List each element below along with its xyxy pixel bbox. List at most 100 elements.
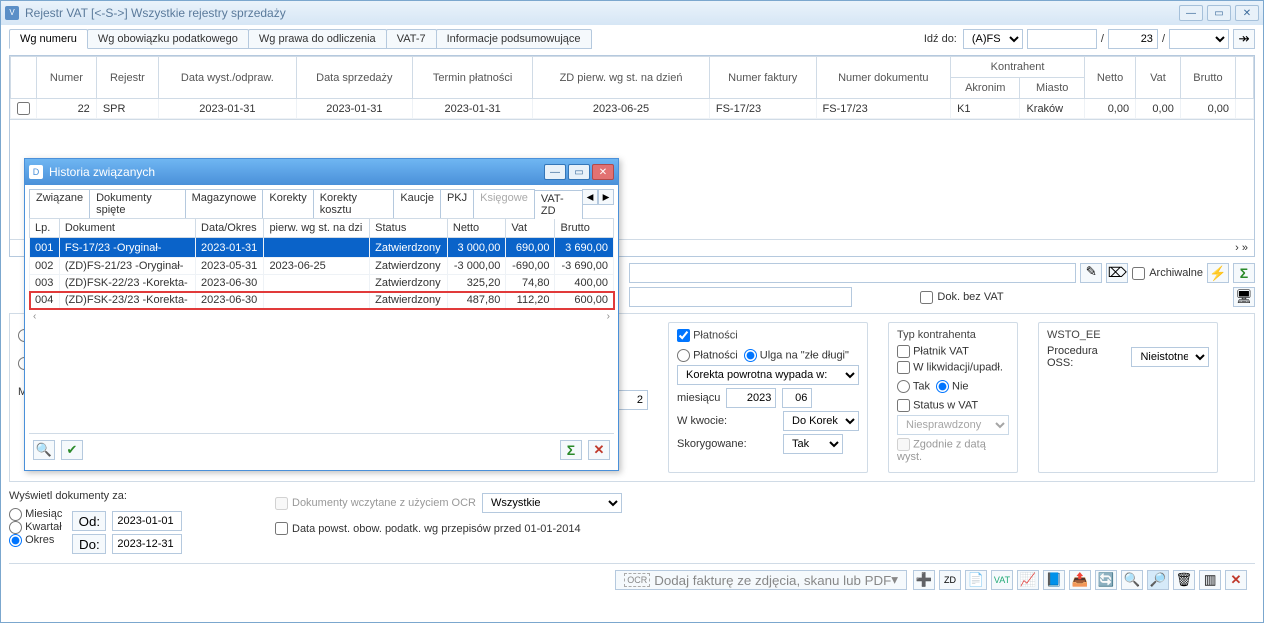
wlikwidacji-checkbox[interactable] xyxy=(897,361,910,374)
tab-wg-obowiazku[interactable]: Wg obowiązku podatkowego xyxy=(87,29,249,49)
korekta-year[interactable] xyxy=(726,388,776,408)
tab-wg-numeru[interactable]: Wg numeru xyxy=(9,29,88,49)
filter-edit-button[interactable]: ✎ xyxy=(1080,263,1102,283)
ocr-select[interactable]: Wszystkie xyxy=(482,493,622,513)
bolt-button[interactable]: ⚡ xyxy=(1207,263,1229,283)
col-netto[interactable]: Netto xyxy=(1085,57,1136,99)
archiwalne-checkbox[interactable] xyxy=(1132,267,1145,280)
dtab-next[interactable]: ▸ xyxy=(598,189,614,205)
col-vat[interactable]: Vat xyxy=(1136,57,1181,99)
dtab-pkj[interactable]: PKJ xyxy=(440,189,474,218)
wkwocie-select[interactable]: Do Korekty xyxy=(783,411,859,431)
procedura-select[interactable]: Nieistotne xyxy=(1131,347,1209,367)
ulga-radio[interactable] xyxy=(744,349,757,362)
dialog-close[interactable]: ✕ xyxy=(592,164,614,180)
datapowst-checkbox[interactable] xyxy=(275,522,288,535)
tab-vat7[interactable]: VAT-7 xyxy=(386,29,437,49)
maximize-button[interactable]: ▭ xyxy=(1207,5,1231,21)
scroll-right[interactable]: › » xyxy=(1235,242,1248,254)
sigma-button[interactable]: Σ xyxy=(1233,263,1255,283)
od-button[interactable]: Od: xyxy=(72,511,106,531)
col-rejestr[interactable]: Rejestr xyxy=(96,57,158,99)
dtab-prev[interactable]: ◂ xyxy=(582,189,598,205)
columns-button[interactable]: ▥ xyxy=(1199,570,1221,590)
plus-button[interactable]: ➕ xyxy=(913,570,935,590)
dialog-minimize[interactable]: — xyxy=(544,164,566,180)
korekta-month[interactable] xyxy=(782,388,812,408)
korekta-select[interactable]: Korekta powrotna wypada w: xyxy=(677,365,859,385)
platnosci-checkbox[interactable] xyxy=(677,329,690,342)
main-grid[interactable]: Numer Rejestr Data wyst./odpraw. Data sp… xyxy=(10,56,1254,119)
idz-do-num[interactable] xyxy=(1108,29,1158,49)
tak-radio[interactable] xyxy=(897,380,910,393)
okres-radio[interactable] xyxy=(9,534,22,547)
grid-row[interactable]: 22 SPR 2023-01-31 2023-01-31 2023-01-31 … xyxy=(11,99,1254,119)
dtab-kaucje[interactable]: Kaucje xyxy=(393,189,441,218)
filter-input-1[interactable] xyxy=(629,263,1076,283)
close-button[interactable]: ✕ xyxy=(1235,5,1259,21)
send-button[interactable]: 📤 xyxy=(1069,570,1091,590)
skorygowane-select[interactable]: Tak xyxy=(783,434,843,454)
vat-button[interactable]: VAT xyxy=(991,570,1013,590)
dialog-row[interactable]: 003(ZD)FSK-22/23 -Korekta-2023-06-30Zatw… xyxy=(30,275,614,292)
monitor-button[interactable]: 🖥 xyxy=(1233,287,1255,307)
col-miasto[interactable]: Miasto xyxy=(1020,78,1085,99)
ocr-add-button[interactable]: OCR Dodaj fakturę ze zdjęcia, skanu lub … xyxy=(615,570,907,590)
dialog-scroll[interactable]: ‹› xyxy=(29,309,614,429)
filter-input-2[interactable] xyxy=(629,287,852,307)
dtab-magazynowe[interactable]: Magazynowe xyxy=(185,189,264,218)
dtab-korekty[interactable]: Korekty xyxy=(262,189,313,218)
platnikvat-checkbox[interactable] xyxy=(897,345,910,358)
doc-button[interactable]: 📄 xyxy=(965,570,987,590)
goto-button[interactable]: ↠ xyxy=(1233,29,1255,49)
statusvat-checkbox[interactable] xyxy=(897,399,910,412)
dialog-row[interactable]: 001FS-17/23 -Oryginał-2023-01-31Zatwierd… xyxy=(30,238,614,258)
col-data-wyst[interactable]: Data wyst./odpraw. xyxy=(159,57,297,99)
dialog-row-highlighted[interactable]: 004(ZD)FSK-23/23 -Korekta-2023-06-30Zatw… xyxy=(30,292,614,309)
dialog-sigma-button[interactable]: Σ xyxy=(560,440,582,460)
idz-do-sel2[interactable] xyxy=(1169,29,1229,49)
col-akronim[interactable]: Akronim xyxy=(951,78,1020,99)
col-data-sprz[interactable]: Data sprzedaży xyxy=(296,57,412,99)
tab-info[interactable]: Informacje podsumowujące xyxy=(436,29,592,49)
tab-wg-prawa[interactable]: Wg prawa do odliczenia xyxy=(248,29,387,49)
magnify-plus-button[interactable]: 🔎 xyxy=(1147,570,1169,590)
datavat-period[interactable] xyxy=(618,390,648,410)
col-termin[interactable]: Termin płatności xyxy=(412,57,532,99)
dialog-maximize[interactable]: ▭ xyxy=(568,164,590,180)
kwartal-radio[interactable] xyxy=(9,521,22,534)
book-button[interactable]: 📘 xyxy=(1043,570,1065,590)
nie-radio[interactable] xyxy=(936,380,949,393)
dtab-spieta[interactable]: Dokumenty spięte xyxy=(89,189,186,218)
chart-button[interactable]: 📈 xyxy=(1017,570,1039,590)
idz-do-select[interactable]: (A)FS xyxy=(963,29,1023,49)
col-brutto[interactable]: Brutto xyxy=(1180,57,1235,99)
idz-do-spin1[interactable] xyxy=(1027,29,1097,49)
statusvat-select[interactable]: Niesprawdzony xyxy=(897,415,1009,435)
col-kontrahent[interactable]: Kontrahent xyxy=(951,57,1085,78)
dtab-vatzd[interactable]: VAT-ZD xyxy=(534,190,583,219)
dtab-korektykosztu[interactable]: Korekty kosztu xyxy=(313,189,395,218)
col-zd[interactable]: ZD pierw. wg st. na dzień xyxy=(533,57,710,99)
dialog-row[interactable]: 002(ZD)FS-21/23 -Oryginał-2023-05-312023… xyxy=(30,258,614,275)
col-nrdok[interactable]: Numer dokumentu xyxy=(816,57,951,99)
dialog-magnify-button[interactable]: 🔍 xyxy=(33,440,55,460)
minimize-button[interactable]: — xyxy=(1179,5,1203,21)
magnify-button[interactable]: 🔍 xyxy=(1121,570,1143,590)
close-panel-button[interactable]: ✕ xyxy=(1225,570,1247,590)
filter-clear-button[interactable]: ⌦ xyxy=(1106,263,1128,283)
zd-button[interactable]: ZD xyxy=(939,570,961,590)
dokbezvat-checkbox[interactable] xyxy=(920,291,933,304)
do-button[interactable]: Do: xyxy=(72,534,106,554)
trash-button[interactable]: 🗑 xyxy=(1173,570,1195,590)
miesiac-radio[interactable] xyxy=(9,508,22,521)
dialog-grid[interactable]: Lp. Dokument Data/Okres pierw. wg st. na… xyxy=(29,218,614,309)
corefresh-button[interactable]: 🔄 xyxy=(1095,570,1117,590)
col-nrfak[interactable]: Numer faktury xyxy=(709,57,816,99)
dialog-check-button[interactable]: ✔ xyxy=(61,440,83,460)
dialog-cancel-button[interactable]: ✕ xyxy=(588,440,610,460)
do-input[interactable] xyxy=(112,534,182,554)
dtab-zwiazane[interactable]: Związane xyxy=(29,189,90,218)
col-numer[interactable]: Numer xyxy=(37,57,97,99)
row-checkbox[interactable] xyxy=(17,102,30,115)
